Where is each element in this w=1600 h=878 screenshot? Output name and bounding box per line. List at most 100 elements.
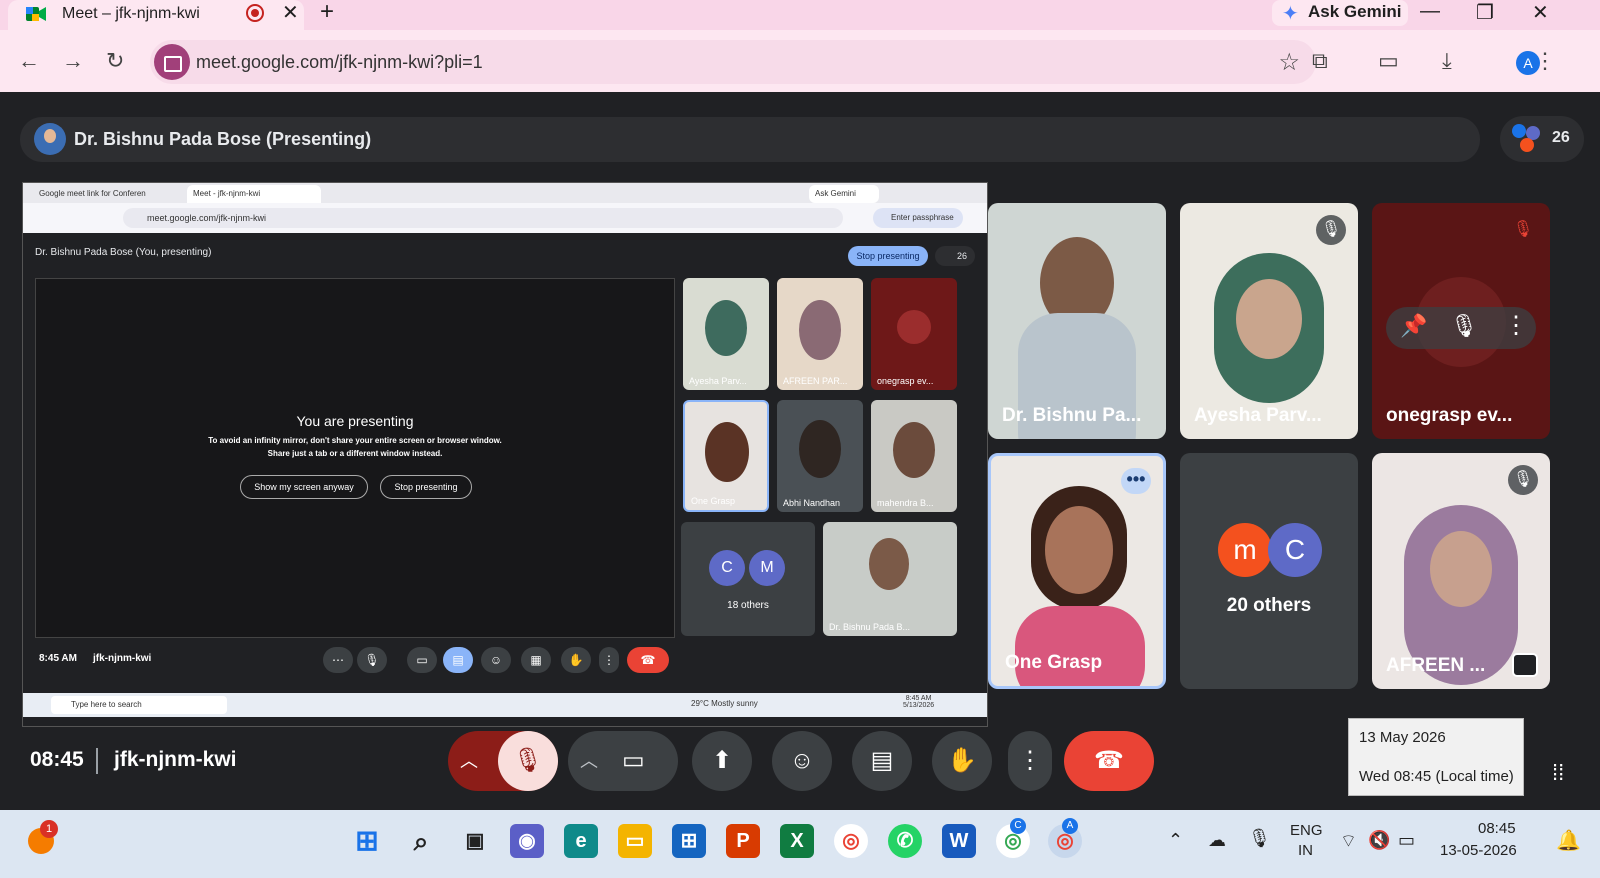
emoji-button[interactable]: ☺ [772, 731, 832, 791]
shared-url: meet.google.com/jfk-njnm-kwi [123, 208, 843, 228]
ask-gemini-button[interactable]: ✦ Ask Gemini [1272, 0, 1408, 26]
windows-taskbar: 1 ⊞ ⌕ ▣ ◉ e ▭ ⊞ P X ◎ ✆ W ◎ C ◎ A ⌃ ☁ 🎙 … [0, 810, 1600, 878]
taskbar-clock-date[interactable]: 13-05-2026 [1440, 842, 1517, 859]
more-options-button[interactable]: ⋮ [1008, 731, 1052, 791]
speaking-indicator-icon: ••• [1121, 468, 1151, 494]
participants-avatars-icon [1512, 124, 1544, 154]
shared-passphrase: Enter passphrase [873, 208, 963, 228]
notification-bell-icon[interactable]: 🔔 [1556, 828, 1581, 853]
mute-participant-icon[interactable]: 🎙 [1450, 313, 1478, 339]
mic-off-button[interactable]: 🎙 [498, 731, 558, 791]
forward-arrow-icon[interactable]: → [62, 48, 84, 74]
divider [96, 748, 98, 774]
window-close-icon[interactable]: ✕ [1532, 0, 1549, 25]
activities-icon[interactable]: ⁞⁞ [1552, 760, 1564, 786]
people-button[interactable]: 26 [1500, 116, 1584, 162]
powerpoint-icon[interactable]: P [726, 824, 760, 858]
shared-count: 26 [935, 246, 975, 266]
shared-tile: Ayesha Parv... [683, 278, 769, 390]
windows-start-icon[interactable]: ⊞ [350, 824, 384, 858]
extensions-icon[interactable]: ⧉ [1312, 48, 1328, 74]
onedrive-icon[interactable]: ☁ [1208, 830, 1226, 851]
tooltip-date: 13 May 2026 [1359, 729, 1446, 746]
shared-tile: AFREEN PAR... [777, 278, 863, 390]
battery-icon[interactable]: ▭ [1398, 830, 1415, 851]
chrome-badge: C [1010, 818, 1026, 834]
gemini-sparkle-icon: ✦ [1282, 3, 1299, 25]
camera-button[interactable]: ▭ [622, 731, 645, 791]
store-icon[interactable]: ⊞ [672, 824, 706, 858]
tile-more-icon[interactable]: ⋮ [1504, 311, 1528, 340]
excel-icon[interactable]: X [780, 824, 814, 858]
restore-icon[interactable]: ❐ [1476, 0, 1494, 25]
browser-menu-icon[interactable]: ⋮ [1534, 48, 1556, 74]
new-tab-button[interactable]: + [320, 0, 334, 26]
dialog-title: You are presenting [296, 413, 414, 429]
task-view-icon[interactable]: ▣ [458, 824, 492, 858]
volume-muted-icon[interactable]: 🔇 [1368, 830, 1390, 851]
language-indicator[interactable]: ENG [1290, 822, 1323, 839]
shared-tile: onegrasp ev... [871, 278, 957, 390]
present-button[interactable]: ⬆ [692, 731, 752, 791]
others-count-label: 20 others [1226, 595, 1312, 616]
microphone-icon[interactable]: 🎙 [1248, 828, 1271, 849]
minimize-icon[interactable]: — [1420, 0, 1440, 23]
url-text: meet.google.com/jfk-njnm-kwi?pli=1 [196, 52, 483, 72]
tooltip-time: Wed 08:45 (Local time) [1359, 768, 1514, 785]
site-info-icon[interactable] [154, 44, 190, 80]
download-icon[interactable]: ⤓ [1442, 48, 1452, 74]
show-screen-anyway-button: Show my screen anyway [240, 475, 368, 499]
shared-presenter-label: Dr. Bishnu Pada Bose (You, presenting) [35, 247, 212, 258]
presenter-avatar [34, 123, 66, 155]
leave-call-button[interactable]: ☎ [1064, 731, 1154, 791]
shared-tab: Google meet link for Conferen [39, 189, 146, 198]
teams-icon[interactable]: ◉ [510, 824, 544, 858]
browser-tab-meet[interactable]: Meet – jfk-njnm-kwi ✕ [8, 0, 304, 30]
bookmark-star-icon[interactable]: ☆ [1278, 48, 1300, 77]
edge-icon[interactable]: e [564, 824, 598, 858]
tab-close-icon[interactable]: ✕ [282, 0, 299, 25]
participant-name: onegrasp ev... [1386, 405, 1513, 426]
browser-toolbar: ← → ↻ meet.google.com/jfk-njnm-kwi?pli=1… [0, 30, 1600, 92]
back-arrow-icon[interactable]: ← [18, 48, 40, 74]
shared-taskbar: Type here to search 29°C Mostly sunny 8:… [23, 693, 987, 717]
file-explorer-icon[interactable]: ▭ [618, 824, 652, 858]
address-bar[interactable]: meet.google.com/jfk-njnm-kwi?pli=1 ☆ [150, 40, 1316, 84]
chrome-badge: A [1062, 818, 1078, 834]
raise-hand-button[interactable]: ✋ [932, 731, 992, 791]
shared-others-tile: C M 18 others [681, 522, 815, 636]
reload-icon[interactable]: ↻ [106, 48, 124, 74]
chevron-up-icon[interactable]: ⌃ [1168, 830, 1183, 851]
shared-gemini: Ask Gemini [809, 185, 879, 203]
chevron-up-icon[interactable]: ︿ [580, 731, 598, 791]
participant-tile[interactable]: Dr. Bishnu Pa... [988, 203, 1166, 439]
participant-count: 26 [1552, 129, 1570, 146]
others-avatar: m [1218, 523, 1272, 577]
shared-meet-view: Dr. Bishnu Pada Bose (You, presenting) S… [23, 233, 987, 703]
whatsapp-icon[interactable]: ✆ [888, 824, 922, 858]
participant-tile[interactable]: 🎙 📌 🎙 ⋮ onegrasp ev... [1372, 203, 1550, 439]
cast-search-icon[interactable]: ▭ [1378, 48, 1399, 74]
captions-button[interactable]: ▤ [852, 731, 912, 791]
wifi-icon[interactable]: ⌔ [1340, 830, 1357, 853]
video-options-group: ︿ ▭ [568, 731, 678, 791]
participant-tile[interactable]: 🎙 AFREEN ... [1372, 453, 1550, 689]
others-tile[interactable]: m C 20 others [1180, 453, 1358, 689]
pin-icon[interactable]: 📌 [1400, 313, 1427, 339]
mic-off-icon: 🎙 [1316, 215, 1346, 245]
dialog-line: Share just a tab or a different window i… [267, 449, 443, 458]
shared-tab: Meet - jfk-njnm-kwi [187, 185, 321, 203]
participant-tile[interactable]: 🎙 Ayesha Parv... [1180, 203, 1358, 439]
audio-options-group: ︿ 🎙 [448, 731, 558, 791]
search-icon[interactable]: ⌕ [404, 824, 438, 858]
taskbar-clock-time[interactable]: 08:45 [1478, 820, 1516, 837]
participant-tile-speaking[interactable]: ••• One Grasp [988, 453, 1166, 689]
picture-in-picture-icon[interactable] [1512, 653, 1538, 677]
shared-stop-presenting: Stop presenting [848, 246, 928, 266]
word-icon[interactable]: W [942, 824, 976, 858]
chevron-up-icon[interactable]: ︿ [460, 731, 478, 791]
participant-name: One Grasp [1005, 652, 1103, 673]
notification-badge: 1 [40, 820, 58, 838]
chrome-icon[interactable]: ◎ [834, 824, 868, 858]
shared-toolbar: meet.google.com/jfk-njnm-kwi Enter passp… [23, 203, 987, 233]
